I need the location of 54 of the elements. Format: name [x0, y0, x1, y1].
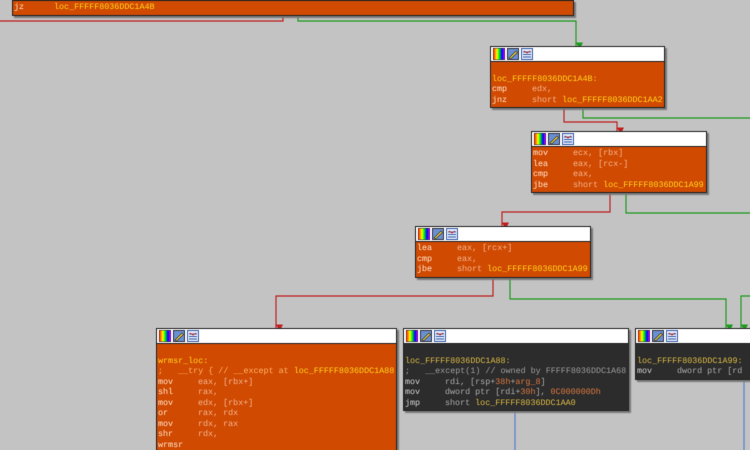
code-block[interactable]: jz loc_FFFFF8036DDC1A4B [12, 0, 574, 16]
code-line: shr rdx, [158, 429, 220, 440]
code-line: mov rdi, [rsp+38h+arg_8] [405, 376, 547, 387]
pencil-icon[interactable] [652, 330, 664, 342]
code-block[interactable]: wrmsr_loc: ; __try { // __except at loc_FFFFF8036DDC1A88 mov eax, [rbx+] shl rax, mov edx, [rbx+] or rax, rdx mov rdx, rax shr rdx, wrmsr [156, 328, 397, 450]
code-block[interactable]: mov ecx, [rbx] lea eax, [rcx-] cmp eax, jbe short loc_FFFFF8036DDC1A99 [531, 131, 707, 193]
color-palette-icon[interactable] [406, 330, 418, 342]
code-line: cmp edx, [492, 84, 554, 94]
code-line: mov rdx, rax [158, 418, 240, 429]
code-line: ; __except(1) // owned by FFFFF8036DDC1A68 [405, 366, 626, 376]
color-palette-icon[interactable] [418, 228, 430, 240]
code-line: jmp short loc_FFFFF8036DDC1AA0 [405, 398, 577, 408]
code-block[interactable]: lea eax, [rcx+] cmp eax, jbe short loc_FFFFF8036DDC1A99 [415, 226, 591, 278]
graph-icon[interactable] [187, 330, 199, 342]
code-line: cmp eax, [417, 254, 478, 264]
code-line: mov edx, [rbx+] [158, 398, 254, 408]
code-line: shl rax, [158, 387, 220, 398]
code-line: ; __try { // __except at loc_FFFFF8036DDC1A88 [158, 366, 394, 376]
code-block[interactable]: loc_FFFFF8036DDC1A88: ; __except(1) // owned by FFFFF8036DDC1A68 mov rdi, [rsp+38h+arg_8] mov dword ptr [rdi+30h], 0C000000Dh jmp short loc_FFFFF8036DDC1AA0 [403, 328, 629, 411]
code-line: cmp eax, [533, 169, 594, 180]
color-palette-icon[interactable] [638, 330, 650, 342]
code-line: lea eax, [rcx+] [417, 243, 514, 254]
pencil-icon[interactable] [432, 228, 444, 240]
pencil-icon[interactable] [507, 48, 519, 60]
code-line: mov dword ptr [rd [637, 366, 744, 376]
code-line: mov ecx, [rbx] [533, 148, 624, 158]
code-block[interactable]: loc_FFFFF8036DDC1A99: mov dword ptr [rd [635, 328, 750, 380]
code-line: wrmsr_loc: [158, 356, 209, 366]
graph-edge [743, 378, 745, 450]
code-line: loc_FFFFF8036DDC1A99: [637, 356, 744, 366]
color-palette-icon[interactable] [159, 330, 171, 342]
code-line: or rax, rdx [158, 408, 240, 418]
pencil-icon[interactable] [548, 133, 560, 145]
graph-icon[interactable] [434, 330, 446, 342]
code-line: mov dword ptr [rdi+30h], 0C000000Dh [405, 387, 602, 398]
pencil-icon[interactable] [420, 330, 432, 342]
code-line: jnz short loc_FFFFF8036DDC1AA2 [492, 94, 662, 105]
color-palette-icon[interactable] [534, 133, 546, 145]
code-line: wrmsr [158, 440, 184, 450]
code-line: lea eax, [rcx-] [533, 158, 630, 169]
graph-icon[interactable] [666, 330, 678, 342]
graph-icon[interactable] [562, 133, 574, 145]
graph-edge [514, 411, 516, 450]
code-line: mov eax, [rbx+] [158, 376, 254, 387]
pencil-icon[interactable] [173, 330, 185, 342]
graph-icon[interactable] [521, 48, 533, 60]
color-palette-icon[interactable] [493, 48, 505, 60]
code-line: jz loc_FFFFF8036DDC1A4B [14, 2, 156, 12]
code-line: jbe short loc_FFFFF8036DDC1A99 [417, 264, 588, 274]
graph-icon[interactable] [446, 228, 458, 240]
code-block[interactable]: loc_FFFFF8036DDC1A4B: cmp edx, jnz short loc_FFFFF8036DDC1AA2 [490, 46, 665, 108]
code-line: jbe short loc_FFFFF8036DDC1A99 [533, 180, 704, 190]
code-line: loc_FFFFF8036DDC1A4B: [492, 74, 599, 84]
code-line: loc_FFFFF8036DDC1A88: [405, 356, 512, 366]
